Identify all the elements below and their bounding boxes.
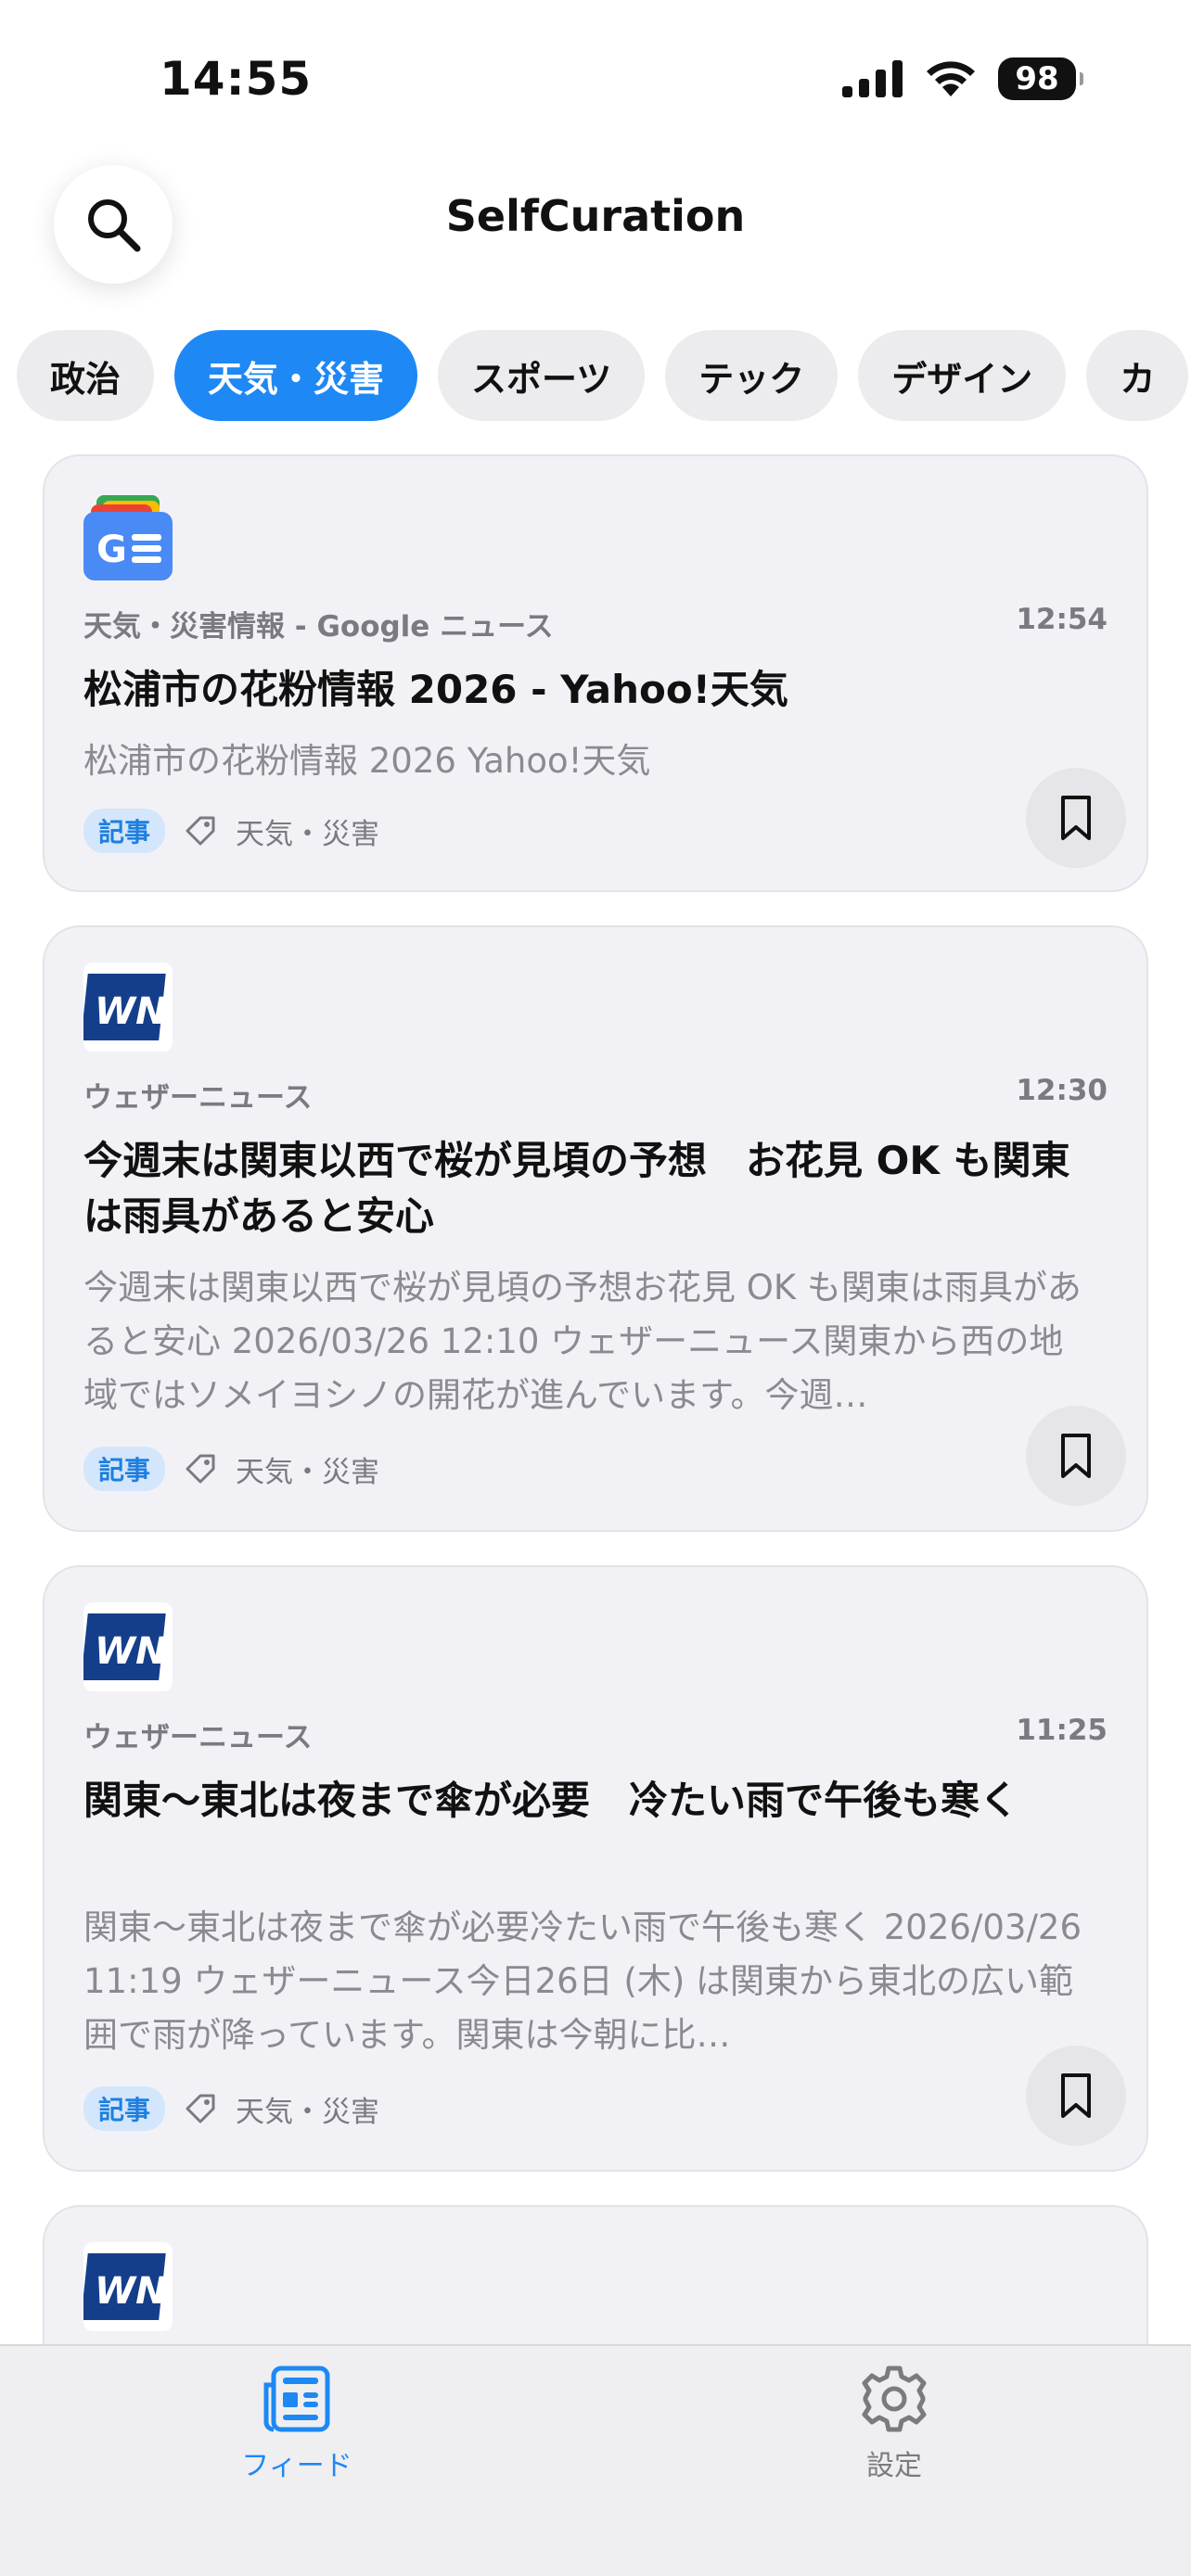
google-news-icon: G — [83, 495, 173, 580]
feed-list: G 天気・災害情報 - Google ニュース 12:54 松浦市の花粉情報 2… — [43, 454, 1148, 2346]
weathernews-icon: WN — [83, 1602, 173, 1691]
chip-sports[interactable]: スポーツ — [438, 330, 646, 421]
bookmark-icon — [1061, 1434, 1091, 1478]
card-meta: 記事 天気・災害 — [83, 2086, 379, 2131]
card-meta: 記事 天気・災害 — [83, 1447, 379, 1491]
gear-icon — [862, 2366, 927, 2432]
weathernews-icon: WN — [83, 2242, 173, 2331]
svg-text:WN: WN — [95, 2270, 167, 2313]
card-summary: 関東〜東北は夜まで傘が必要冷たい雨で午後も寒く 2026/03/26 11:19… — [83, 1907, 1082, 2055]
article-card[interactable]: WN ウェザーニュース 11:25 関東〜東北は夜まで傘が必要 冷たい雨で午後も… — [43, 1565, 1148, 2172]
battery-indicator: 98 — [998, 57, 1083, 100]
status-bar: 14:55 98 — [0, 0, 1191, 158]
card-meta: 記事 天気・災害 — [83, 809, 379, 853]
bookmark-button[interactable] — [1026, 2046, 1126, 2146]
card-title: 松浦市の花粉情報 2026 - Yahoo!天気 — [83, 667, 788, 712]
card-time: 11:25 — [1016, 1714, 1108, 1747]
tab-feed-label: フィード — [241, 2450, 352, 2482]
svg-text:WN: WN — [95, 1630, 167, 1673]
article-card[interactable]: WN ウェザーニュース 12:30 今週末は関東以西で桜が見頃の予想 お花見 O… — [43, 925, 1148, 1532]
cellular-signal-icon — [842, 60, 903, 97]
article-card[interactable]: WN — [43, 2205, 1148, 2346]
card-source: ウェザーニュース — [83, 1081, 313, 1115]
status-icons: 98 — [842, 57, 1083, 100]
svg-text:G: G — [96, 529, 127, 571]
tab-bar: フィード 設定 — [0, 2344, 1191, 2576]
card-source: ウェザーニュース — [83, 1721, 313, 1754]
tab-feed[interactable]: フィード — [186, 2363, 408, 2483]
bookmark-icon — [1061, 2073, 1091, 2118]
card-time: 12:30 — [1016, 1074, 1108, 1107]
article-badge: 記事 — [83, 2086, 166, 2131]
article-badge: 記事 — [83, 1447, 166, 1491]
tag-icon — [186, 1454, 215, 1484]
header: SelfCuration — [0, 158, 1191, 287]
card-tag: 天気・災害 — [236, 2095, 380, 2129]
chip-tech[interactable]: テック — [665, 330, 839, 421]
card-title: 関東〜東北は夜まで傘が必要 冷たい雨で午後も寒く — [83, 1778, 1019, 1823]
newspaper-icon — [263, 2366, 330, 2432]
chip-politics[interactable]: 政治 — [17, 330, 155, 421]
app-title: SelfCuration — [445, 191, 746, 241]
svg-text:WN: WN — [95, 990, 167, 1033]
category-chips: 政治 天気・災害 スポーツ テック デザインカ — [17, 330, 1191, 421]
card-time: 12:54 — [1016, 603, 1108, 636]
card-tag: 天気・災害 — [236, 1455, 380, 1489]
card-summary: 今週末は関東以西で桜が見頃の予想お花見 OK も関東は雨具があると安心 2026… — [83, 1268, 1082, 1415]
tag-icon — [186, 2094, 215, 2123]
battery-level: 98 — [1015, 60, 1059, 97]
bookmark-button[interactable] — [1026, 768, 1126, 868]
tab-settings-label: 設定 — [866, 2450, 922, 2482]
card-title: 今週末は関東以西で桜が見頃の予想 お花見 OK も関東は雨具があると安心 — [83, 1138, 1070, 1239]
card-tag: 天気・災害 — [236, 817, 380, 851]
card-summary: 松浦市の花粉情報 2026 Yahoo!天気 — [83, 741, 651, 781]
article-card[interactable]: G 天気・災害情報 - Google ニュース 12:54 松浦市の花粉情報 2… — [43, 454, 1148, 892]
chip-design[interactable]: デザイン — [858, 330, 1067, 421]
wifi-icon — [927, 61, 975, 96]
chip-more[interactable]: カ — [1086, 330, 1189, 421]
bookmark-icon — [1061, 796, 1091, 840]
article-badge: 記事 — [83, 809, 166, 853]
chip-weather-disaster[interactable]: 天気・災害 — [174, 330, 418, 421]
card-source: 天気・災害情報 - Google ニュース — [83, 610, 554, 644]
tab-settings[interactable]: 設定 — [783, 2363, 1005, 2483]
bookmark-button[interactable] — [1026, 1406, 1126, 1506]
weathernews-icon: WN — [83, 963, 173, 1052]
tag-icon — [186, 816, 215, 846]
status-time: 14:55 — [160, 52, 313, 106]
